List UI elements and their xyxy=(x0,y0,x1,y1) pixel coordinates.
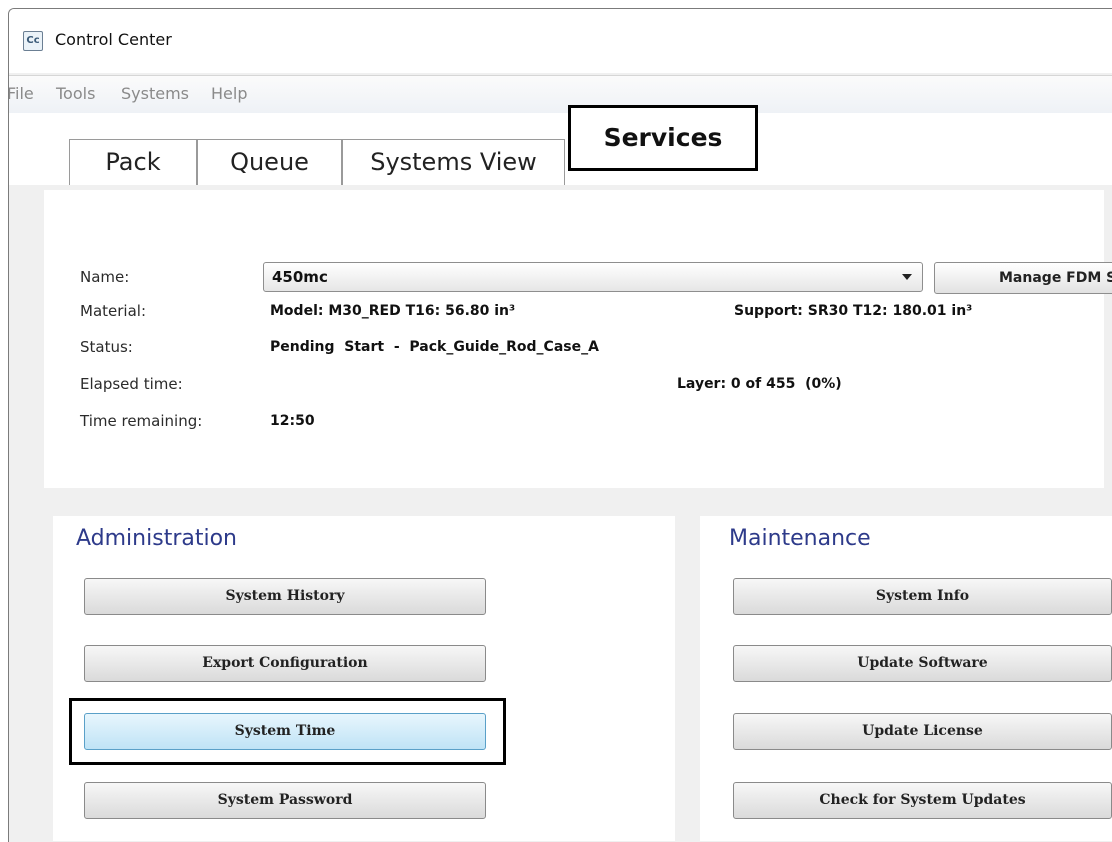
system-password-button[interactable]: System Password xyxy=(84,782,486,819)
tab-services[interactable]: Services xyxy=(568,105,758,171)
material-label: Material: xyxy=(80,302,146,320)
printer-name-value: 450mc xyxy=(272,268,328,286)
material-model-value: Model: M30_RED T16: 56.80 in³ xyxy=(270,303,516,319)
time-remaining-label: Time remaining: xyxy=(80,412,203,430)
export-configuration-button[interactable]: Export Configuration xyxy=(84,645,486,682)
title-bar: Cc Control Center xyxy=(9,9,1112,73)
layer-progress-value: Layer: 0 of 455 (0%) xyxy=(677,376,842,392)
elapsed-time-label: Elapsed time: xyxy=(80,375,183,393)
manage-fdm-button[interactable]: Manage FDM S xyxy=(934,262,1112,294)
app-icon: Cc xyxy=(23,31,43,51)
highlight-box xyxy=(69,698,506,765)
name-label: Name: xyxy=(80,268,130,286)
system-info-button[interactable]: System Info xyxy=(733,578,1112,615)
menu-file[interactable]: File xyxy=(9,84,34,103)
menu-bar: File Tools Systems Help xyxy=(9,75,1112,114)
time-remaining-value: 12:50 xyxy=(270,413,315,429)
status-value: Pending Start - Pack_Guide_Rod_Case_A xyxy=(270,339,599,355)
administration-title: Administration xyxy=(76,526,237,551)
menu-tools[interactable]: Tools xyxy=(56,84,95,103)
update-software-button[interactable]: Update Software xyxy=(733,645,1112,682)
system-history-button[interactable]: System History xyxy=(84,578,486,615)
check-for-system-updates-button[interactable]: Check for System Updates xyxy=(733,782,1112,819)
tab-systems-view[interactable]: Systems View xyxy=(342,139,565,185)
update-license-button[interactable]: Update License xyxy=(733,713,1112,750)
window-title: Control Center xyxy=(55,30,172,49)
material-support-value: Support: SR30 T12: 180.01 in³ xyxy=(734,303,973,319)
tab-strip: Pack Queue Systems View xyxy=(9,113,1112,186)
printer-name-dropdown[interactable]: 450mc xyxy=(263,262,923,292)
status-label: Status: xyxy=(80,338,133,356)
maintenance-title: Maintenance xyxy=(729,526,871,551)
tab-queue[interactable]: Queue xyxy=(197,139,342,185)
tab-pack[interactable]: Pack xyxy=(69,139,197,185)
chevron-down-icon xyxy=(902,274,912,280)
menu-systems[interactable]: Systems xyxy=(121,84,189,103)
menu-help[interactable]: Help xyxy=(211,84,247,103)
